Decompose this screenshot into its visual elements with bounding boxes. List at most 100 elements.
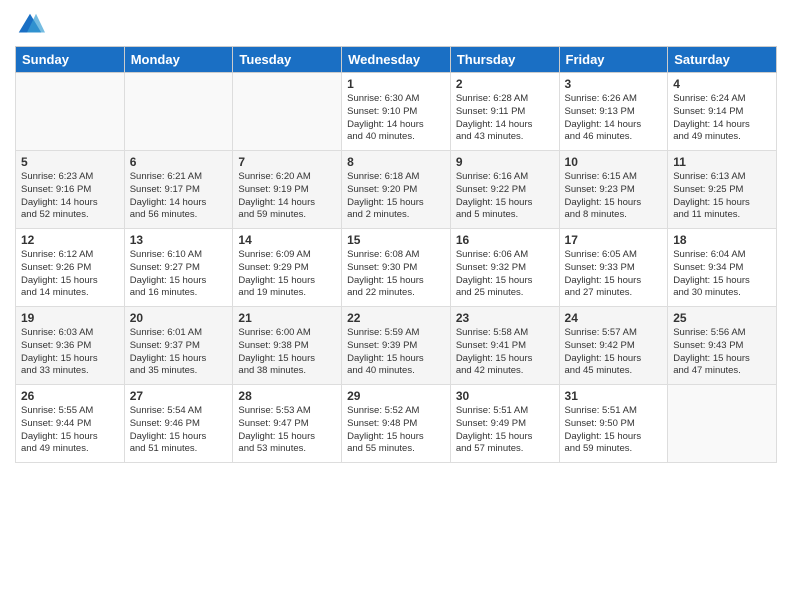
day-info: Sunrise: 6:20 AM Sunset: 9:19 PM Dayligh… [238, 171, 336, 222]
day-info: Sunrise: 6:26 AM Sunset: 9:13 PM Dayligh… [565, 93, 663, 144]
day-number: 22 [347, 311, 445, 325]
day-info: Sunrise: 6:05 AM Sunset: 9:33 PM Dayligh… [565, 249, 663, 300]
day-number: 6 [130, 155, 228, 169]
weekday-header-friday: Friday [559, 47, 668, 73]
day-info: Sunrise: 6:28 AM Sunset: 9:11 PM Dayligh… [456, 93, 554, 144]
day-number: 29 [347, 389, 445, 403]
day-number: 19 [21, 311, 119, 325]
day-info: Sunrise: 5:54 AM Sunset: 9:46 PM Dayligh… [130, 405, 228, 456]
day-number: 26 [21, 389, 119, 403]
weekday-header-saturday: Saturday [668, 47, 777, 73]
day-number: 3 [565, 77, 663, 91]
calendar-cell: 27 Sunrise: 5:54 AM Sunset: 9:46 PM Dayli… [124, 385, 233, 463]
calendar-cell: 18 Sunrise: 6:04 AM Sunset: 9:34 PM Dayli… [668, 229, 777, 307]
weekday-header-row: SundayMondayTuesdayWednesdayThursdayFrid… [16, 47, 777, 73]
calendar-cell: 3 Sunrise: 6:26 AM Sunset: 9:13 PM Daylig… [559, 73, 668, 151]
calendar-cell: 11 Sunrise: 6:13 AM Sunset: 9:25 PM Dayli… [668, 151, 777, 229]
day-info: Sunrise: 6:16 AM Sunset: 9:22 PM Dayligh… [456, 171, 554, 222]
calendar-cell: 19 Sunrise: 6:03 AM Sunset: 9:36 PM Dayli… [16, 307, 125, 385]
calendar-cell: 8Sunrise: 6:18 AM Sunset: 9:20 PM Daylig… [342, 151, 451, 229]
week-row-5: 26 Sunrise: 5:55 AM Sunset: 9:44 PM Dayli… [16, 385, 777, 463]
weekday-header-wednesday: Wednesday [342, 47, 451, 73]
calendar-cell: 22 Sunrise: 5:59 AM Sunset: 9:39 PM Dayli… [342, 307, 451, 385]
day-number: 15 [347, 233, 445, 247]
calendar-cell: 21 Sunrise: 6:00 AM Sunset: 9:38 PM Dayli… [233, 307, 342, 385]
day-number: 18 [673, 233, 771, 247]
day-info: Sunrise: 6:15 AM Sunset: 9:23 PM Dayligh… [565, 171, 663, 222]
calendar-cell: 5Sunrise: 6:23 AM Sunset: 9:16 PM Daylig… [16, 151, 125, 229]
calendar-cell [16, 73, 125, 151]
calendar-cell [668, 385, 777, 463]
calendar-cell: 17 Sunrise: 6:05 AM Sunset: 9:33 PM Dayli… [559, 229, 668, 307]
day-info: Sunrise: 6:12 AM Sunset: 9:26 PM Dayligh… [21, 249, 119, 300]
day-number: 25 [673, 311, 771, 325]
day-number: 27 [130, 389, 228, 403]
day-info: Sunrise: 6:09 AM Sunset: 9:29 PM Dayligh… [238, 249, 336, 300]
day-info: Sunrise: 6:10 AM Sunset: 9:27 PM Dayligh… [130, 249, 228, 300]
calendar-cell: 26 Sunrise: 5:55 AM Sunset: 9:44 PM Dayli… [16, 385, 125, 463]
day-number: 21 [238, 311, 336, 325]
day-info: Sunrise: 6:24 AM Sunset: 9:14 PM Dayligh… [673, 93, 771, 144]
calendar-cell: 14 Sunrise: 6:09 AM Sunset: 9:29 PM Dayli… [233, 229, 342, 307]
calendar-cell: 7Sunrise: 6:20 AM Sunset: 9:19 PM Daylig… [233, 151, 342, 229]
day-number: 4 [673, 77, 771, 91]
calendar-cell: 15 Sunrise: 6:08 AM Sunset: 9:30 PM Dayli… [342, 229, 451, 307]
day-info: Sunrise: 6:04 AM Sunset: 9:34 PM Dayligh… [673, 249, 771, 300]
day-info: Sunrise: 6:06 AM Sunset: 9:32 PM Dayligh… [456, 249, 554, 300]
logo [15, 10, 49, 40]
day-info: Sunrise: 6:23 AM Sunset: 9:16 PM Dayligh… [21, 171, 119, 222]
day-number: 9 [456, 155, 554, 169]
page-container: SundayMondayTuesdayWednesdayThursdayFrid… [0, 0, 792, 473]
calendar-cell [233, 73, 342, 151]
calendar-cell: 2Sunrise: 6:28 AM Sunset: 9:11 PM Daylig… [450, 73, 559, 151]
calendar-cell: 31 Sunrise: 5:51 AM Sunset: 9:50 PM Dayli… [559, 385, 668, 463]
day-info: Sunrise: 5:52 AM Sunset: 9:48 PM Dayligh… [347, 405, 445, 456]
day-info: Sunrise: 6:03 AM Sunset: 9:36 PM Dayligh… [21, 327, 119, 378]
day-number: 24 [565, 311, 663, 325]
day-number: 31 [565, 389, 663, 403]
day-number: 12 [21, 233, 119, 247]
calendar-cell: 24 Sunrise: 5:57 AM Sunset: 9:42 PM Dayli… [559, 307, 668, 385]
calendar-cell: 16Sunrise: 6:06 AM Sunset: 9:32 PM Dayli… [450, 229, 559, 307]
calendar-cell: 28Sunrise: 5:53 AM Sunset: 9:47 PM Dayli… [233, 385, 342, 463]
day-info: Sunrise: 6:13 AM Sunset: 9:25 PM Dayligh… [673, 171, 771, 222]
calendar-cell: 25 Sunrise: 5:56 AM Sunset: 9:43 PM Dayli… [668, 307, 777, 385]
day-info: Sunrise: 5:57 AM Sunset: 9:42 PM Dayligh… [565, 327, 663, 378]
day-info: Sunrise: 6:21 AM Sunset: 9:17 PM Dayligh… [130, 171, 228, 222]
day-number: 23 [456, 311, 554, 325]
calendar-table: SundayMondayTuesdayWednesdayThursdayFrid… [15, 46, 777, 463]
day-number: 30 [456, 389, 554, 403]
day-info: Sunrise: 5:56 AM Sunset: 9:43 PM Dayligh… [673, 327, 771, 378]
calendar-cell: 13 Sunrise: 6:10 AM Sunset: 9:27 PM Dayli… [124, 229, 233, 307]
day-info: Sunrise: 6:08 AM Sunset: 9:30 PM Dayligh… [347, 249, 445, 300]
day-info: Sunrise: 6:01 AM Sunset: 9:37 PM Dayligh… [130, 327, 228, 378]
day-number: 11 [673, 155, 771, 169]
calendar-cell: 6 Sunrise: 6:21 AM Sunset: 9:17 PM Daylig… [124, 151, 233, 229]
calendar-cell [124, 73, 233, 151]
day-number: 1 [347, 77, 445, 91]
day-number: 17 [565, 233, 663, 247]
day-number: 10 [565, 155, 663, 169]
day-number: 20 [130, 311, 228, 325]
day-info: Sunrise: 5:59 AM Sunset: 9:39 PM Dayligh… [347, 327, 445, 378]
calendar-cell: 30 Sunrise: 5:51 AM Sunset: 9:49 PM Dayli… [450, 385, 559, 463]
day-info: Sunrise: 5:53 AM Sunset: 9:47 PM Dayligh… [238, 405, 336, 456]
calendar-cell: 9 Sunrise: 6:16 AM Sunset: 9:22 PM Daylig… [450, 151, 559, 229]
day-info: Sunrise: 6:00 AM Sunset: 9:38 PM Dayligh… [238, 327, 336, 378]
day-info: Sunrise: 6:30 AM Sunset: 9:10 PM Dayligh… [347, 93, 445, 144]
day-number: 8 [347, 155, 445, 169]
day-info: Sunrise: 5:51 AM Sunset: 9:49 PM Dayligh… [456, 405, 554, 456]
weekday-header-monday: Monday [124, 47, 233, 73]
logo-icon [15, 10, 45, 40]
day-info: Sunrise: 5:51 AM Sunset: 9:50 PM Dayligh… [565, 405, 663, 456]
day-number: 14 [238, 233, 336, 247]
week-row-2: 5Sunrise: 6:23 AM Sunset: 9:16 PM Daylig… [16, 151, 777, 229]
calendar-cell: 20 Sunrise: 6:01 AM Sunset: 9:37 PM Dayli… [124, 307, 233, 385]
calendar-cell: 1 Sunrise: 6:30 AM Sunset: 9:10 PM Daylig… [342, 73, 451, 151]
day-info: Sunrise: 5:58 AM Sunset: 9:41 PM Dayligh… [456, 327, 554, 378]
day-number: 13 [130, 233, 228, 247]
weekday-header-tuesday: Tuesday [233, 47, 342, 73]
calendar-cell: 29 Sunrise: 5:52 AM Sunset: 9:48 PM Dayli… [342, 385, 451, 463]
day-info: Sunrise: 5:55 AM Sunset: 9:44 PM Dayligh… [21, 405, 119, 456]
calendar-cell: 10 Sunrise: 6:15 AM Sunset: 9:23 PM Dayli… [559, 151, 668, 229]
